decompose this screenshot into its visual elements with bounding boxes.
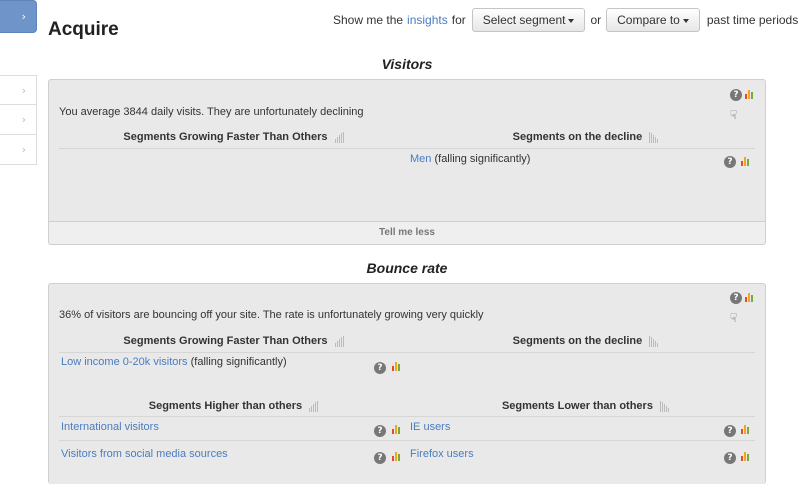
growing-segments-header-label: Segments Growing Faster Than Others xyxy=(123,131,328,143)
segment-note: (falling significantly) xyxy=(434,153,531,165)
hand-pointer-icon[interactable]: ☟ xyxy=(730,311,737,325)
caret-down-icon xyxy=(682,18,689,23)
chevron-right-icon: › xyxy=(21,113,26,126)
bounce-rate-title: Bounce rate xyxy=(366,260,448,276)
lower-segments-header: Segments Lower than others xyxy=(411,400,761,413)
controls-prefix: Show me the xyxy=(333,13,404,27)
mini-bars-icon xyxy=(660,400,670,413)
compare-to-button[interactable]: Compare to xyxy=(606,8,700,32)
insights-link[interactable]: insights xyxy=(407,13,448,27)
decline-segments-header: Segments on the decline xyxy=(411,131,761,144)
mini-bars-icon xyxy=(334,131,345,144)
bar-chart-icon[interactable] xyxy=(392,362,401,371)
visitors-title: Visitors xyxy=(381,56,433,72)
chevron-right-icon: › xyxy=(21,84,26,97)
decline-segments-header-label: Segments on the decline xyxy=(512,335,643,347)
bar-chart-icon[interactable] xyxy=(392,452,401,461)
insight-controls: Show me the insights for Select segment … xyxy=(333,8,798,32)
growing-segments-header-label: Segments Growing Faster Than Others xyxy=(123,335,328,347)
mini-bars-icon xyxy=(649,335,659,348)
lower-segment-item: IE users xyxy=(410,421,450,433)
bar-chart-icon[interactable] xyxy=(745,293,754,302)
sidebar-item-3[interactable]: › xyxy=(0,105,37,135)
help-icon[interactable]: ? xyxy=(374,362,386,374)
bounce-rate-panel: ? ☟ 36% of visitors are bouncing off you… xyxy=(48,283,766,484)
segment-note: (falling significantly) xyxy=(190,356,287,368)
higher-segments-header: Segments Higher than others xyxy=(59,400,409,413)
chevron-right-icon: › xyxy=(21,10,26,23)
segment-link-social-media[interactable]: Visitors from social media sources xyxy=(61,448,228,460)
help-icon[interactable]: ? xyxy=(724,156,736,168)
decline-segments-header: Segments on the decline xyxy=(411,335,761,348)
mini-bars-icon xyxy=(334,335,345,348)
mini-bars-icon xyxy=(649,131,659,144)
bar-chart-icon[interactable] xyxy=(392,425,401,434)
controls-suffix: past time periods xyxy=(706,13,799,27)
growing-segments-header: Segments Growing Faster Than Others xyxy=(59,335,409,348)
decline-segment-item: Men (falling significantly) xyxy=(410,153,530,165)
select-segment-button[interactable]: Select segment xyxy=(471,8,586,32)
row-divider xyxy=(59,416,755,417)
help-icon[interactable]: ? xyxy=(724,425,736,437)
left-sidebar: › › › › xyxy=(0,0,37,165)
mini-bars-icon xyxy=(309,400,319,413)
sidebar-item-active[interactable]: › xyxy=(0,0,37,33)
help-icon[interactable]: ? xyxy=(374,452,386,464)
segment-link-ie-users[interactable]: IE users xyxy=(410,421,450,433)
segment-link-international[interactable]: International visitors xyxy=(61,421,159,433)
decline-segments-header-label: Segments on the decline xyxy=(512,131,643,143)
select-segment-label: Select segment xyxy=(482,13,566,27)
growing-segments-header: Segments Growing Faster Than Others xyxy=(59,131,409,144)
row-divider xyxy=(59,148,755,149)
bar-chart-icon[interactable] xyxy=(745,90,754,99)
help-icon[interactable]: ? xyxy=(730,89,742,101)
higher-segment-item: International visitors xyxy=(61,421,159,433)
bar-chart-icon[interactable] xyxy=(741,425,750,434)
row-divider xyxy=(59,440,755,441)
sidebar-item-4[interactable]: › xyxy=(0,135,37,165)
bounce-rate-summary: 36% of visitors are bouncing off your si… xyxy=(59,309,484,321)
caret-down-icon xyxy=(568,18,575,23)
controls-or: or xyxy=(590,13,602,27)
higher-segments-header-label: Segments Higher than others xyxy=(148,400,303,412)
visitors-panel: ? ☟ You average 3844 daily visits. They … xyxy=(48,79,766,245)
visitors-summary: You average 3844 daily visits. They are … xyxy=(59,106,364,118)
controls-for: for xyxy=(451,13,466,27)
page-title: Acquire xyxy=(48,19,119,40)
help-icon[interactable]: ? xyxy=(724,452,736,464)
segment-link-men[interactable]: Men xyxy=(410,153,431,165)
help-icon[interactable]: ? xyxy=(374,425,386,437)
row-divider xyxy=(59,352,755,353)
bar-chart-icon[interactable] xyxy=(741,452,750,461)
segment-link-low-income[interactable]: Low income 0-20k visitors xyxy=(61,356,188,368)
sidebar-item-2[interactable]: › xyxy=(0,75,37,105)
help-icon[interactable]: ? xyxy=(730,292,742,304)
higher-segment-item: Visitors from social media sources xyxy=(61,448,228,460)
tell-me-less-button[interactable]: Tell me less xyxy=(49,221,765,244)
lower-segment-item: Firefox users xyxy=(410,448,474,460)
hand-pointer-icon[interactable]: ☟ xyxy=(730,108,737,122)
growing-segment-item: Low income 0-20k visitors (falling signi… xyxy=(61,356,287,368)
chevron-right-icon: › xyxy=(21,143,26,156)
segment-link-firefox-users[interactable]: Firefox users xyxy=(410,448,474,460)
compare-to-label: Compare to xyxy=(617,13,680,27)
lower-segments-header-label: Segments Lower than others xyxy=(501,400,653,412)
bar-chart-icon[interactable] xyxy=(741,157,750,166)
